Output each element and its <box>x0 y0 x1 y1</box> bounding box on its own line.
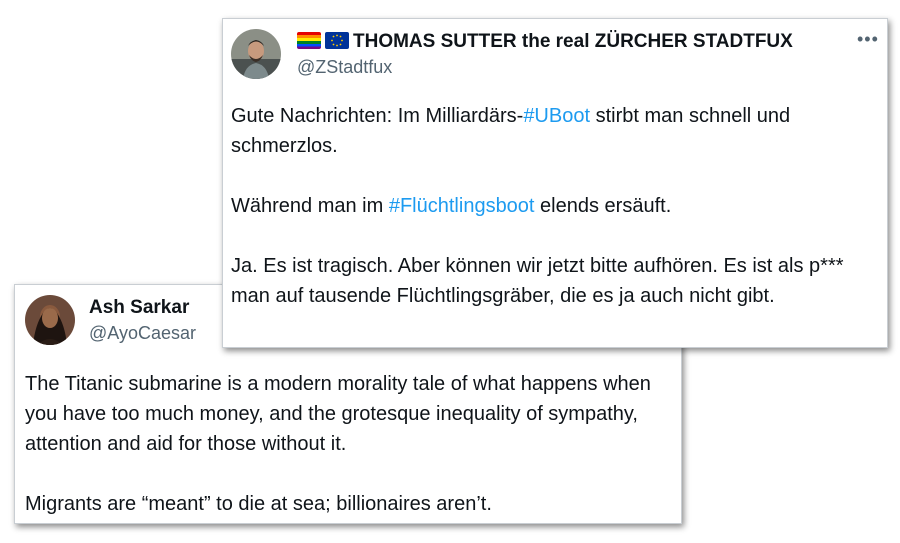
more-options-icon[interactable]: ••• <box>857 29 879 50</box>
text-segment: elends ersäuft. <box>534 195 672 217</box>
tweet-paragraph: The Titanic submarine is a modern morali… <box>25 373 651 455</box>
handle[interactable]: @ZStadtfux <box>297 57 392 78</box>
handle[interactable]: @AyoCaesar <box>89 323 196 344</box>
tweet-paragraph: Während man im #Flüchtlingsboot elends e… <box>231 191 881 221</box>
text-segment: Während man im <box>231 195 389 217</box>
tweet-paragraph: Ja. Es ist tragisch. Aber können wir jet… <box>231 255 844 307</box>
tweet-paragraph: Gute Nachrichten: Im Milliardärs-#UBoot … <box>231 101 881 161</box>
text-segment: Gute Nachrichten: Im Milliardärs- <box>231 105 524 127</box>
tweet-card-thomas-sutter: THOMAS SUTTER the real ZÜRCHER STADTFUX … <box>222 18 888 348</box>
display-name[interactable]: THOMAS SUTTER the real ZÜRCHER STADTFUX <box>353 31 793 52</box>
avatar[interactable] <box>25 295 75 345</box>
hashtag-link[interactable]: #Flüchtlingsboot <box>389 195 535 217</box>
tweet-text: The Titanic submarine is a modern morali… <box>25 369 673 519</box>
avatar[interactable] <box>231 29 281 79</box>
display-name[interactable]: Ash Sarkar <box>89 297 189 319</box>
tweet-paragraph: Migrants are “meant” to die at sea; bill… <box>25 493 492 515</box>
eu-flag-icon <box>325 32 349 49</box>
tweet-text: Gute Nachrichten: Im Milliardärs-#UBoot … <box>231 101 881 311</box>
display-name-row[interactable]: THOMAS SUTTER the real ZÜRCHER STADTFUX <box>297 31 793 53</box>
hashtag-link[interactable]: #UBoot <box>523 105 590 127</box>
rainbow-flag-icon <box>297 32 321 49</box>
